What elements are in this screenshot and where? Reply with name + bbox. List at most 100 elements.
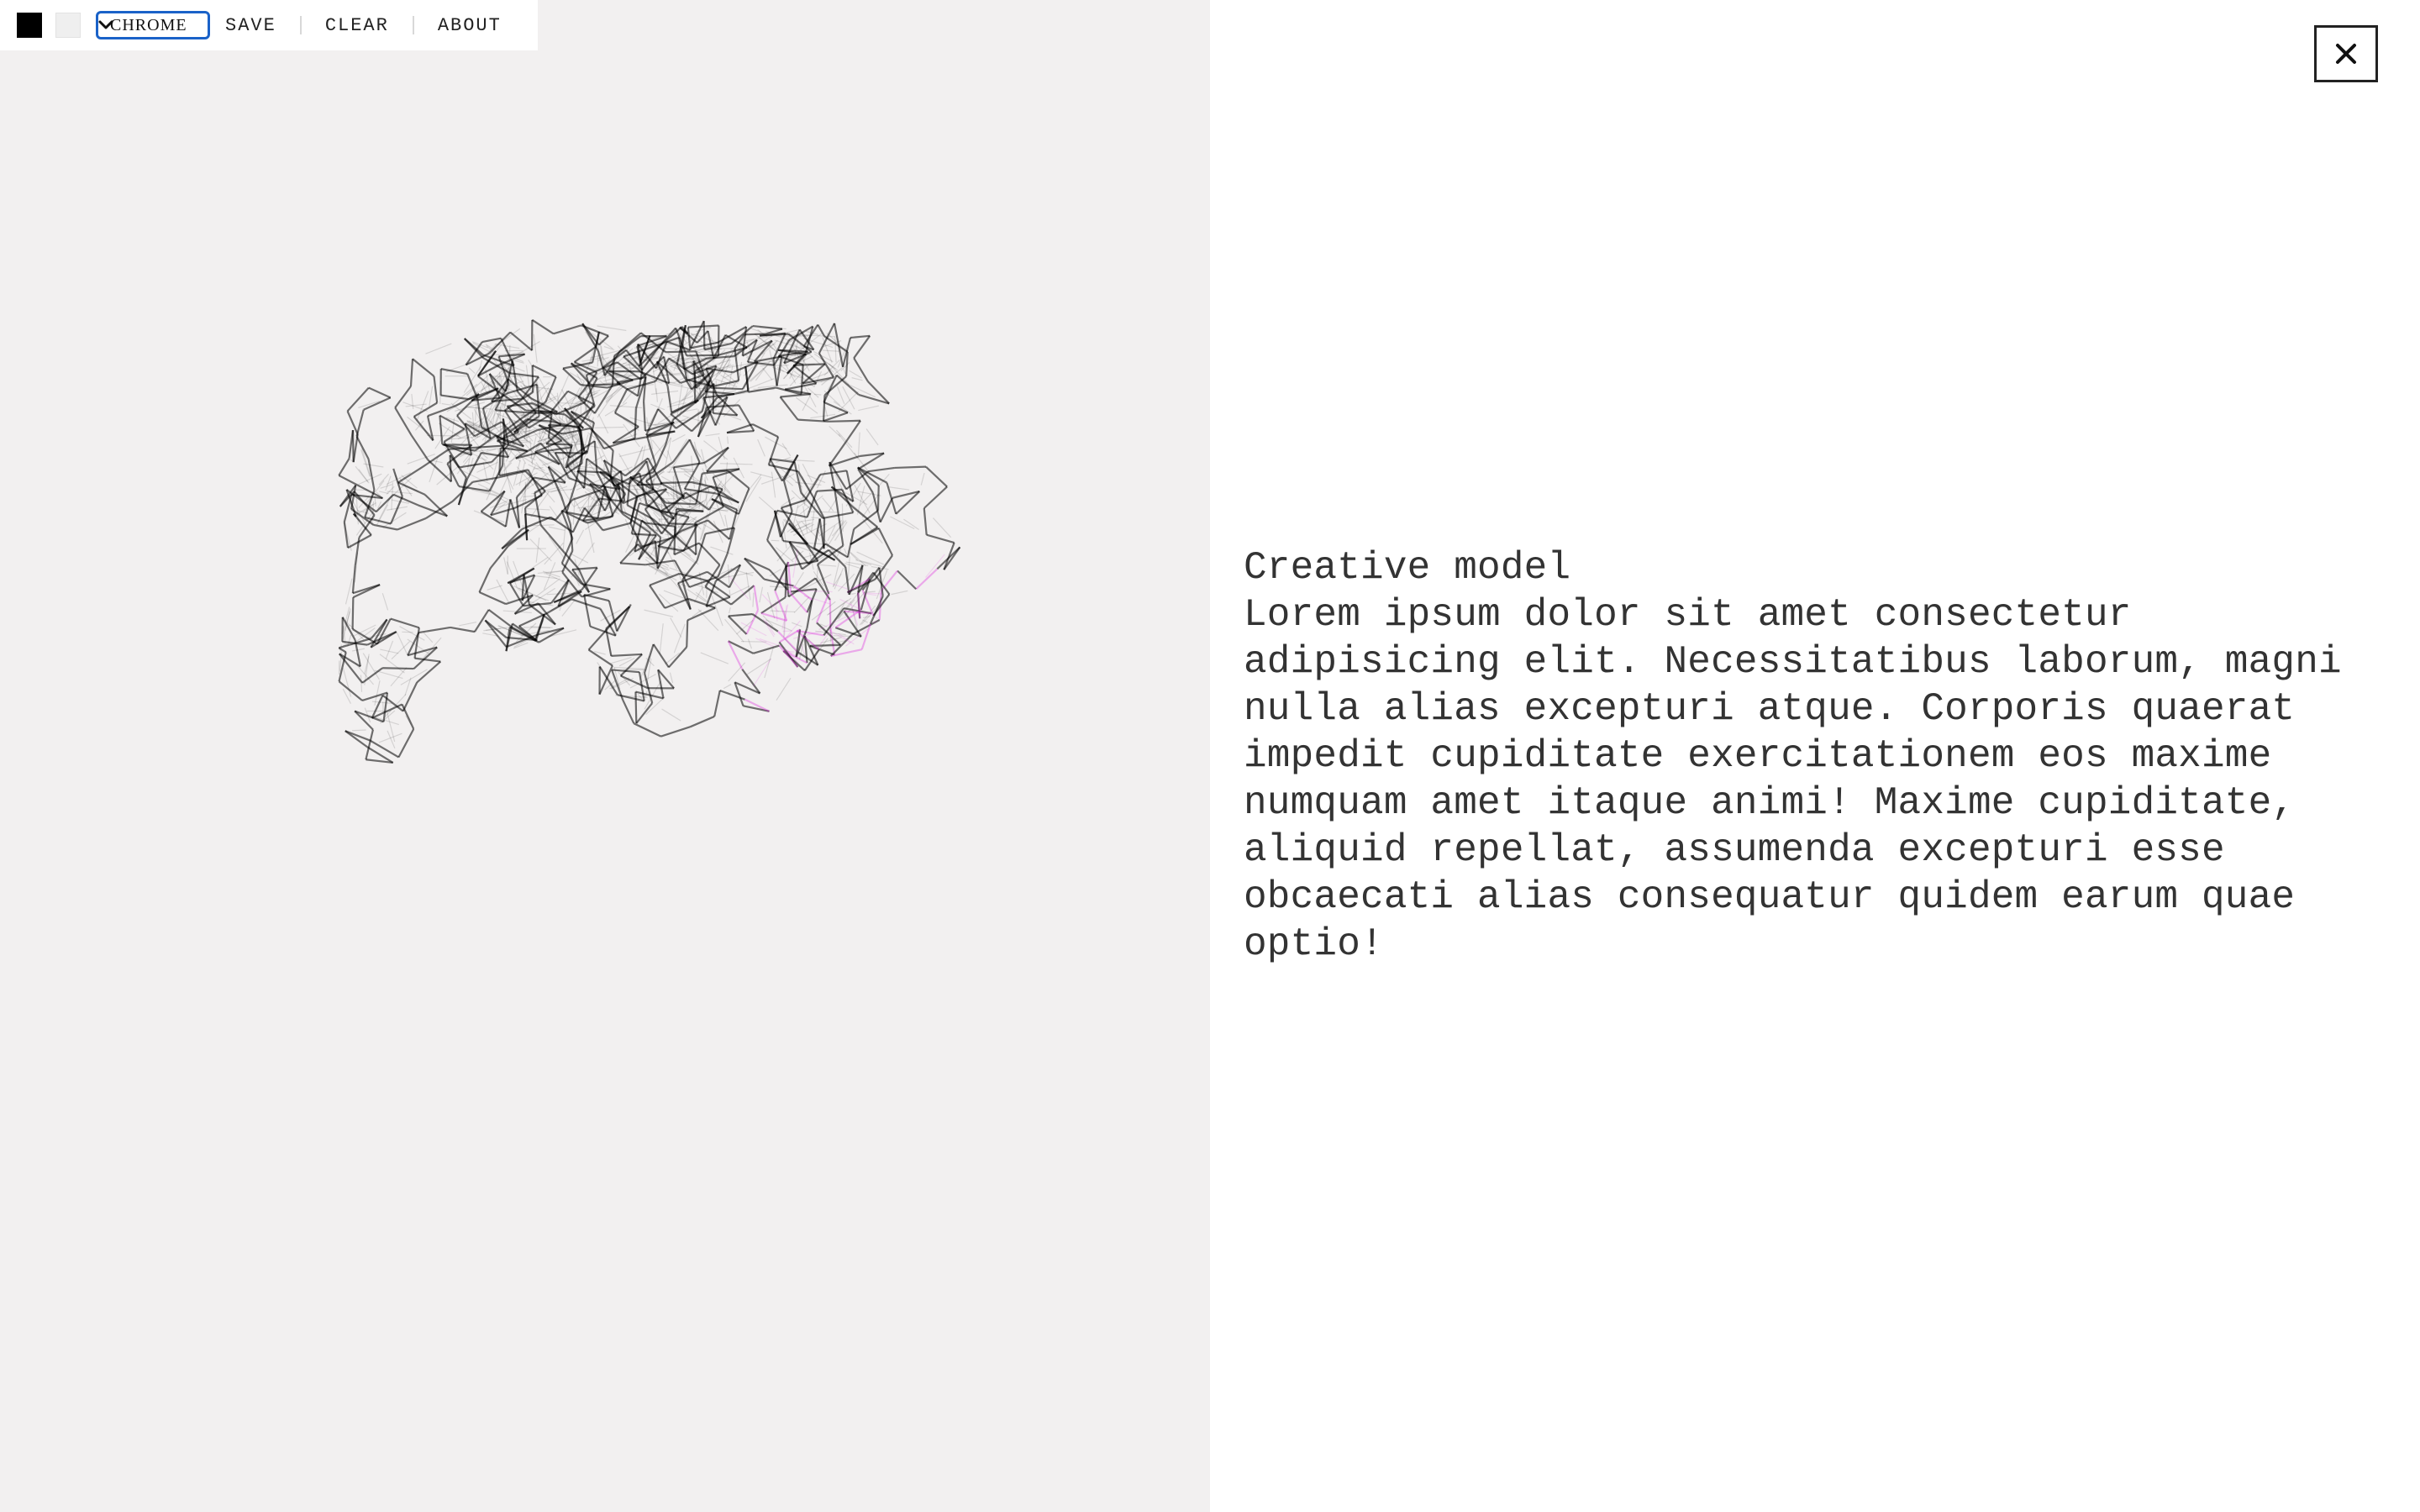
brush-stroke [752,324,783,330]
brush-stroke [817,323,826,337]
brush-stroke [418,626,451,634]
save-button[interactable]: SAVE [225,15,276,36]
brush-stroke [433,375,439,403]
brush-stroke [754,333,776,335]
clear-button[interactable]: CLEAR [325,15,389,36]
brush-stroke [338,475,383,500]
brush-stroke [752,423,779,438]
brush-stroke [660,480,692,485]
brush-stroke [771,471,776,498]
brush-stroke [753,644,780,654]
brush-stroke [666,386,673,413]
drawing-canvas[interactable]: CHROME SAVE CLEAR ABOUT [0,0,1210,1512]
brush-stroke [856,551,885,565]
brush-stroke [666,501,697,506]
brush-stroke [425,343,452,354]
brush-stroke [368,386,392,399]
brush-stroke [838,391,859,412]
canvas-drawing[interactable] [0,0,1210,1512]
brush-stroke [923,507,928,535]
brush-stroke [603,464,606,496]
brush-stroke [770,610,795,613]
brush-stroke [721,475,734,488]
brush-stroke [635,702,654,724]
brush-stroke [610,677,634,690]
brush-stroke [671,433,686,443]
brush-stroke [633,722,661,738]
brush-stroke [846,578,876,594]
brush-stroke [535,537,540,563]
brush-stroke [721,342,729,344]
brush-stroke [360,675,363,692]
brush-stroke [355,465,369,483]
brush-stroke [481,337,502,344]
brush-stroke [829,419,861,423]
brush-stroke [668,646,688,669]
brush-stroke [718,411,742,421]
brush-stroke [497,538,515,559]
brush-stroke [634,691,638,724]
brush-stroke [423,632,434,643]
brush-stroke [843,369,846,375]
brush-stroke [802,355,804,375]
about-button[interactable]: ABOUT [438,15,502,36]
brush-stroke [385,640,394,659]
brush-stroke [597,413,609,434]
brush-stroke [673,462,704,469]
brush-stroke [401,704,415,730]
brush-stroke [427,434,459,437]
background-color-swatch[interactable] [55,13,81,38]
brush-select[interactable]: CHROME [96,11,210,39]
brush-stroke [861,567,881,591]
brush-stroke [543,562,556,591]
brush-stroke [857,592,861,619]
brush-stroke [353,624,376,637]
brush-stroke [813,393,822,396]
brush-stroke [571,566,597,571]
brush-stroke [660,726,691,738]
brush-stroke [587,648,613,667]
brush-stroke [338,458,350,476]
brush-stroke [857,432,860,456]
brush-stroke [810,504,816,533]
brush-stroke [847,556,850,580]
brush-stroke [397,465,424,484]
brush-stroke [598,335,609,346]
brush-stroke [555,451,587,454]
brush-stroke [836,386,845,404]
brush-stroke [536,640,539,643]
brush-stroke [876,485,880,511]
brush-stroke [897,570,917,591]
brush-stroke [729,606,731,614]
brush-stroke [401,475,418,489]
brush-stroke [661,708,681,722]
brush-stroke [572,496,576,525]
brush-stroke [402,681,418,712]
brush-stroke [531,318,555,335]
brush-select-value: CHROME [110,15,187,34]
brush-stroke [669,672,674,684]
brush-stroke [811,517,819,519]
brush-stroke [822,395,826,422]
close-button[interactable] [2314,25,2378,82]
brush-stroke [779,396,799,421]
brush-stroke [780,393,811,398]
brush-stroke [381,593,389,611]
toolbar: CHROME SAVE CLEAR ABOUT [0,0,538,50]
brush-stroke [642,401,647,431]
brush-stroke [394,407,413,436]
brush-stroke [727,470,750,490]
brush-stroke [529,538,552,562]
brush-stroke [890,516,915,530]
brush-stroke [668,466,694,471]
brush-stroke [728,615,748,635]
brush-stroke [822,497,834,512]
brush-stroke [569,523,574,551]
foreground-color-swatch[interactable] [17,13,42,38]
brush-stroke [762,367,773,381]
brush-stroke [611,653,643,657]
brush-stroke [818,520,843,537]
brush-stroke [879,497,894,523]
brush-stroke [581,323,599,352]
brush-stroke [850,334,871,339]
